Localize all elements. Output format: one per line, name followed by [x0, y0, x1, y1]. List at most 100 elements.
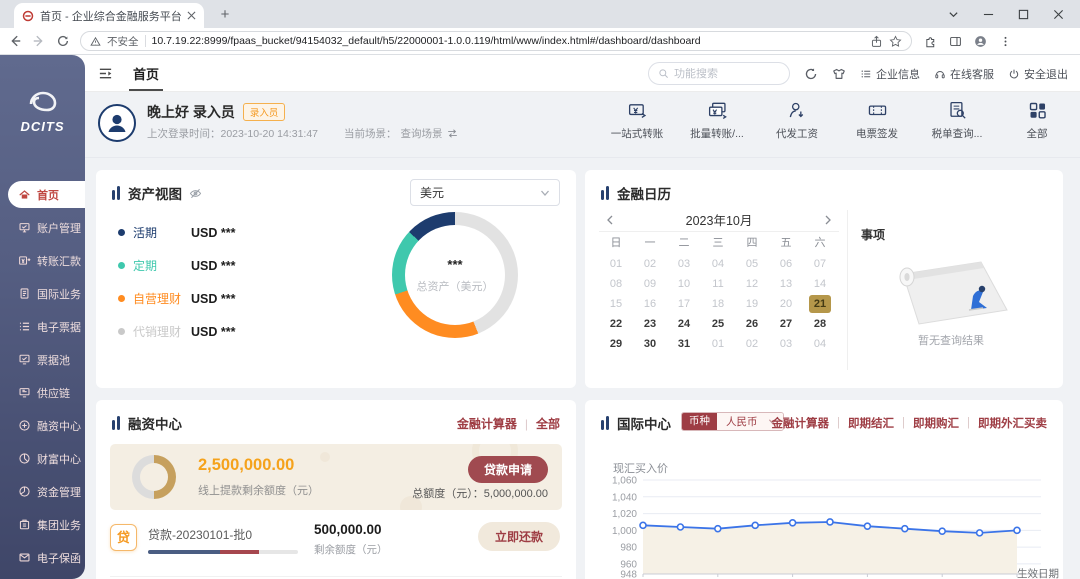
international-center-card: 国际中心 币种 人民币 金融计算器|即期结汇|即期购汇|即期外汇买卖 现汇买入价…: [585, 400, 1063, 579]
calendar-day[interactable]: 08: [599, 274, 633, 294]
calendar-day[interactable]: 27: [769, 314, 803, 334]
sidebar-item-label: 财富中心: [37, 451, 81, 467]
calendar-day[interactable]: 11: [701, 274, 735, 294]
theme-icon[interactable]: [832, 67, 846, 81]
forward-icon[interactable]: [32, 34, 46, 48]
sidebar-item-10[interactable]: 集团业务: [8, 511, 85, 538]
calendar-day[interactable]: 04: [803, 334, 837, 354]
quick-action[interactable]: 批量转账/...: [688, 100, 746, 141]
search-input[interactable]: [674, 68, 774, 80]
calendar-day[interactable]: 24: [667, 314, 701, 334]
wealth-icon: [18, 452, 31, 465]
window-maximize-icon[interactable]: [1018, 9, 1029, 20]
calendar-day[interactable]: 30: [633, 334, 667, 354]
window-minimize-icon[interactable]: [983, 9, 994, 20]
back-icon[interactable]: [8, 34, 22, 48]
calendar-day[interactable]: 26: [735, 314, 769, 334]
menu-dots-icon[interactable]: [999, 35, 1012, 48]
calendar-day[interactable]: 03: [769, 334, 803, 354]
calendar-day[interactable]: 20: [769, 294, 803, 314]
calendar-day[interactable]: 03: [667, 254, 701, 274]
quick-action[interactable]: 税单查询...: [928, 100, 986, 141]
calendar-day[interactable]: 01: [701, 334, 735, 354]
extensions-icon[interactable]: [924, 35, 937, 48]
sidebar-item-3[interactable]: 国际业务: [8, 280, 85, 307]
calendar-day[interactable]: 28: [803, 314, 837, 334]
calendar-day[interactable]: 05: [735, 254, 769, 274]
quick-action[interactable]: 一站式转账: [608, 100, 666, 141]
sidebar-item-5[interactable]: 票据池: [8, 346, 85, 373]
sidebar-item-9[interactable]: 资金管理: [8, 478, 85, 505]
currency-type-select[interactable]: 币种 人民币: [681, 412, 784, 431]
calendar-day[interactable]: 14: [803, 274, 837, 294]
chevron-left-icon[interactable]: [605, 215, 615, 225]
quick-action-label: 全部: [1027, 126, 1048, 141]
quick-action[interactable]: 代发工资: [768, 100, 826, 141]
header-action-headset[interactable]: 在线客服: [934, 66, 994, 82]
share-icon[interactable]: [870, 35, 883, 48]
reload-icon[interactable]: [56, 34, 70, 48]
calendar-day[interactable]: 13: [769, 274, 803, 294]
eye-off-icon[interactable]: [189, 187, 202, 200]
currency-select[interactable]: 美元: [410, 179, 560, 206]
address-bar[interactable]: 不安全 10.7.19.22:8999/fpaas_bucket/9415403…: [80, 31, 912, 51]
sidebar-item-6[interactable]: 供应链: [8, 379, 85, 406]
tab-home[interactable]: 首页: [129, 55, 163, 91]
function-search[interactable]: [648, 62, 790, 85]
tab-close-icon[interactable]: [187, 11, 196, 20]
sidebar-item-7[interactable]: 融资中心: [8, 412, 85, 439]
header-action-power[interactable]: 安全退出: [1008, 66, 1068, 82]
repay-now-button[interactable]: 立即还款: [478, 522, 560, 551]
calendar-day[interactable]: 01: [599, 254, 633, 274]
calendar-day[interactable]: 19: [735, 294, 769, 314]
calendar-day-selected[interactable]: 21: [809, 295, 831, 313]
sidebar-nav: 首页账户管理转账汇款国际业务电子票据票据池供应链融资中心财富中心资金管理集团业务…: [0, 175, 85, 577]
calendar-day[interactable]: 02: [633, 254, 667, 274]
calendar-day[interactable]: 25: [701, 314, 735, 334]
new-tab-button[interactable]: +: [216, 6, 234, 24]
calendar-day[interactable]: 06: [769, 254, 803, 274]
window-chevron-icon[interactable]: [948, 9, 959, 20]
side-panel-icon[interactable]: [949, 35, 962, 48]
calendar-day[interactable]: 09: [633, 274, 667, 294]
international-link-2[interactable]: 即期购汇: [913, 415, 959, 431]
calendar-day[interactable]: 29: [599, 334, 633, 354]
calendar-day[interactable]: 31: [667, 334, 701, 354]
calendar-day[interactable]: 16: [633, 294, 667, 314]
quick-action[interactable]: 电票签发: [848, 100, 906, 141]
international-link-1[interactable]: 即期结汇: [848, 415, 894, 431]
calendar-day[interactable]: 04: [701, 254, 735, 274]
financing-link-1[interactable]: 全部: [536, 415, 560, 432]
header-action-list[interactable]: 企业信息: [860, 66, 920, 82]
calendar-day[interactable]: 17: [667, 294, 701, 314]
international-link-3[interactable]: 即期外汇买卖: [978, 415, 1047, 431]
calendar-day[interactable]: 18: [701, 294, 735, 314]
international-link-0[interactable]: 金融计算器: [772, 415, 830, 431]
legend-label: 活期: [133, 224, 191, 241]
sidebar-item-8[interactable]: 财富中心: [8, 445, 85, 472]
calendar-day[interactable]: 07: [803, 254, 837, 274]
sidebar-item-4[interactable]: 电子票据: [8, 313, 85, 340]
collapse-menu-icon[interactable]: [98, 66, 113, 81]
quick-action[interactable]: 全部: [1008, 100, 1066, 141]
calendar-day[interactable]: 22: [599, 314, 633, 334]
refresh-icon[interactable]: [804, 67, 818, 81]
window-close-icon[interactable]: [1053, 9, 1064, 20]
loan-apply-button[interactable]: 贷款申请: [468, 456, 548, 483]
browser-tab[interactable]: 首页 - 企业综合金融服务平台: [14, 3, 204, 28]
chevron-right-icon[interactable]: [823, 215, 833, 225]
sidebar-item-2[interactable]: 转账汇款: [8, 247, 85, 274]
finance-calendar-card: 金融日历 2023年10月 日一二三四五六 010203040506070809…: [585, 170, 1063, 388]
sidebar-item-home[interactable]: 首页: [8, 181, 85, 208]
sidebar-item-11[interactable]: 电子保函: [8, 544, 85, 571]
calendar-day[interactable]: 23: [633, 314, 667, 334]
swap-icon[interactable]: [447, 128, 458, 139]
sidebar-item-1[interactable]: 账户管理: [8, 214, 85, 241]
profile-icon[interactable]: [974, 35, 987, 48]
calendar-day[interactable]: 02: [735, 334, 769, 354]
financing-link-0[interactable]: 金融计算器: [457, 415, 517, 432]
calendar-day[interactable]: 12: [735, 274, 769, 294]
calendar-day[interactable]: 10: [667, 274, 701, 294]
calendar-day[interactable]: 15: [599, 294, 633, 314]
bookmark-star-icon[interactable]: [889, 35, 902, 48]
